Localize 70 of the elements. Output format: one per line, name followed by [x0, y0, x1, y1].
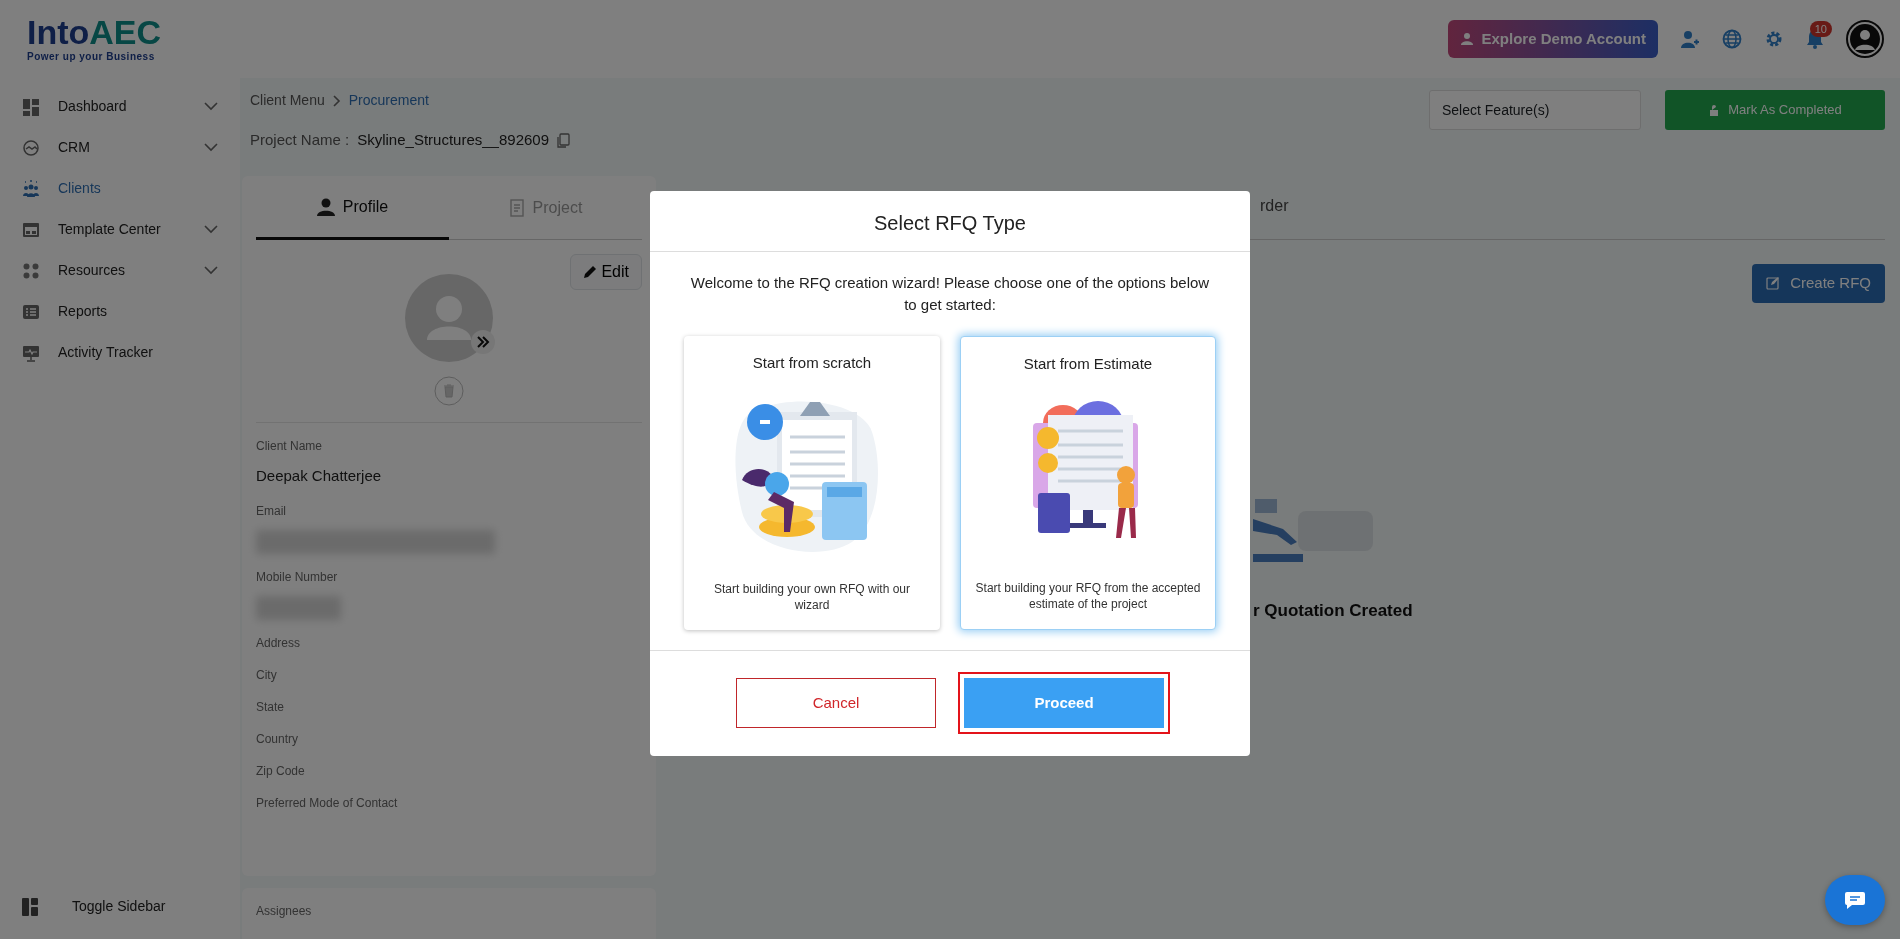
sidebar-item[interactable]: Activity Tracker [0, 332, 240, 373]
globe-icon[interactable] [1722, 29, 1742, 49]
sidebar-item[interactable]: CRM [0, 127, 240, 168]
copy-icon[interactable] [557, 132, 570, 148]
chat-icon [1844, 891, 1866, 909]
double-chevron-icon[interactable] [471, 330, 495, 354]
pencil-icon [583, 265, 598, 279]
sidebar-item[interactable]: Clients [0, 168, 240, 209]
avatar-placeholder-icon [405, 274, 493, 362]
document-icon [508, 198, 525, 217]
panels-icon [22, 897, 38, 916]
sidebar-item[interactable]: Template Center [0, 209, 240, 250]
chat-button[interactable] [1825, 875, 1885, 925]
monitor-icon [22, 343, 40, 362]
demo-account-button[interactable]: Explore Demo Account [1447, 19, 1658, 59]
tab[interactable]: Profile [256, 176, 449, 240]
grid-icon [22, 97, 40, 116]
dialog-title: Select RFQ Type [650, 191, 1250, 252]
chevron-down-icon[interactable] [204, 102, 218, 111]
option-card[interactable]: Start from scratch Start building your own RFQ with our wizard [684, 335, 940, 630]
field-label: State [256, 698, 286, 716]
chevron-down-icon[interactable] [204, 266, 218, 275]
logo-tagline: Power up your Business [27, 49, 156, 64]
avatar-icon[interactable] [1846, 20, 1884, 58]
field-label: Email [256, 502, 287, 520]
proceed-button[interactable]: Proceed [964, 678, 1164, 728]
sidebar-item[interactable]: Reports [0, 291, 240, 332]
chevron-down-icon[interactable] [204, 225, 218, 234]
field-label: Assignees [256, 903, 313, 920]
person-icon [316, 197, 335, 216]
field-label: Address [256, 634, 302, 652]
sidebar-item[interactable]: Dashboard [0, 86, 240, 127]
project-name: Skyline_Structures__892609 [357, 130, 549, 150]
people-icon [22, 179, 40, 198]
person-icon [1459, 32, 1474, 46]
logo-text: AEC [89, 14, 162, 49]
project-name-label: Project Name : [250, 130, 350, 150]
breadcrumb-link[interactable]: Client Menu [250, 90, 325, 111]
field-value: Deepak Chatterjee [256, 466, 383, 486]
sidebar-item[interactable]: Resources [0, 250, 240, 291]
edit-button[interactable]: Edit [570, 254, 642, 290]
create-rfq-button[interactable]: Create RFQ [1752, 264, 1885, 303]
cancel-button[interactable]: Cancel [736, 678, 936, 728]
notification-count: 10 [1809, 21, 1832, 38]
list-icon [22, 302, 40, 321]
edit-icon [1766, 276, 1781, 291]
field-label: Zip Code [256, 762, 306, 780]
logo-text: Into [27, 14, 90, 49]
breadcrumb-link[interactable]: Procurement [348, 90, 429, 111]
field-label: City [256, 666, 278, 684]
field-label: Country [256, 730, 300, 748]
option-description: Start building your own RFQ with our wizard [712, 581, 912, 614]
option-title: Start from scratch [752, 352, 872, 373]
chevron-right-icon [332, 94, 341, 107]
toggle-sidebar-button[interactable]: Toggle Sidebar [0, 886, 240, 927]
field-label: Client Name [256, 438, 324, 455]
field-label: Preferred Mode of Contact [256, 794, 399, 812]
option-title: Start from Estimate [1023, 353, 1153, 374]
nodes-icon [22, 261, 40, 280]
add-user-icon[interactable] [1680, 29, 1700, 49]
empty-state-text: r Quotation Created [1253, 599, 1414, 622]
tab[interactable]: rder [1260, 176, 1289, 239]
option-card[interactable]: Start from Estimate Start building your RFQ from the accepted estimate of the project [960, 335, 1216, 630]
settings-icon[interactable] [1764, 29, 1784, 49]
feature-select[interactable]: Select Feature(s) [1429, 90, 1641, 130]
window-icon [22, 220, 40, 239]
chevron-down-icon[interactable] [204, 143, 218, 152]
option-description: Start building your RFQ from the accepted estimate of the project [975, 580, 1201, 613]
dialog-intro: Welcome to the RFQ creation wizard! Please choose one of the options below to get started: [689, 273, 1211, 315]
field-label: Mobile Number [256, 568, 339, 586]
